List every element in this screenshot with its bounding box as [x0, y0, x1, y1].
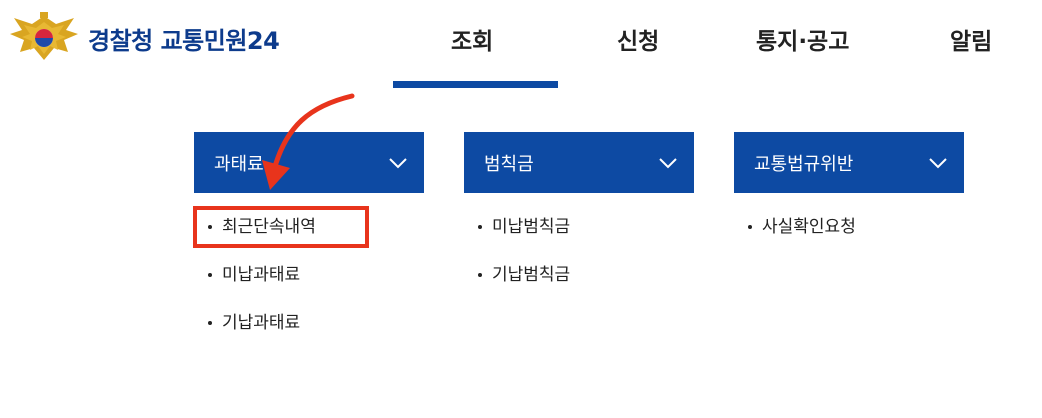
menu-item-unpaid-penalty[interactable]: 미납범칙금 [464, 203, 694, 251]
menu-item-paid-fine[interactable]: 기납과태료 [194, 299, 424, 347]
nav-item-inquiry[interactable]: 조회 [451, 22, 493, 56]
menu-item-recent-enforcement[interactable]: 최근단속내역 [194, 203, 424, 251]
menu-header-label: 과태료 [214, 153, 264, 175]
menu-item-paid-penalty[interactable]: 기납범칙금 [464, 251, 694, 299]
menu-list-fine: 최근단속내역 미납과태료 기납과태료 [194, 203, 424, 347]
menu-column-violation: 교통법규위반 사실확인요청 [734, 132, 964, 251]
menu-item-unpaid-fine[interactable]: 미납과태료 [194, 251, 424, 299]
logo[interactable]: 경찰청 교통민원24 [8, 10, 280, 66]
menu-column-fine: 과태료 최근단속내역 미납과태료 기납과태료 [194, 132, 424, 347]
chevron-down-icon [659, 157, 677, 168]
menu-column-penalty: 범칙금 미납범칙금 기납범칙금 [464, 132, 694, 299]
menu-header-penalty[interactable]: 범칙금 [464, 132, 694, 193]
chevron-down-icon [389, 157, 407, 168]
menu-header-fine[interactable]: 과태료 [194, 132, 424, 193]
nav-item-application[interactable]: 신청 [617, 22, 659, 56]
page: 경찰청 교통민원24 조회 신청 통지·공고 알림 과태료 최근단속내역 미납과… [0, 0, 1042, 418]
menu-item-fact-confirmation[interactable]: 사실확인요청 [734, 203, 964, 251]
menu-header-label: 교통법규위반 [754, 153, 854, 175]
menu-list-violation: 사실확인요청 [734, 203, 964, 251]
nav-item-notice[interactable]: 통지·공고 [756, 22, 849, 56]
active-nav-indicator [393, 81, 558, 88]
menu-header-label: 범칙금 [484, 153, 534, 175]
chevron-down-icon [929, 157, 947, 168]
menu-header-violation[interactable]: 교통법규위반 [734, 132, 964, 193]
police-emblem-icon [10, 12, 78, 60]
menu-list-penalty: 미납범칙금 기납범칙금 [464, 203, 694, 299]
nav-item-alert[interactable]: 알림 [950, 22, 992, 56]
logo-text: 경찰청 교통민원24 [88, 26, 280, 55]
